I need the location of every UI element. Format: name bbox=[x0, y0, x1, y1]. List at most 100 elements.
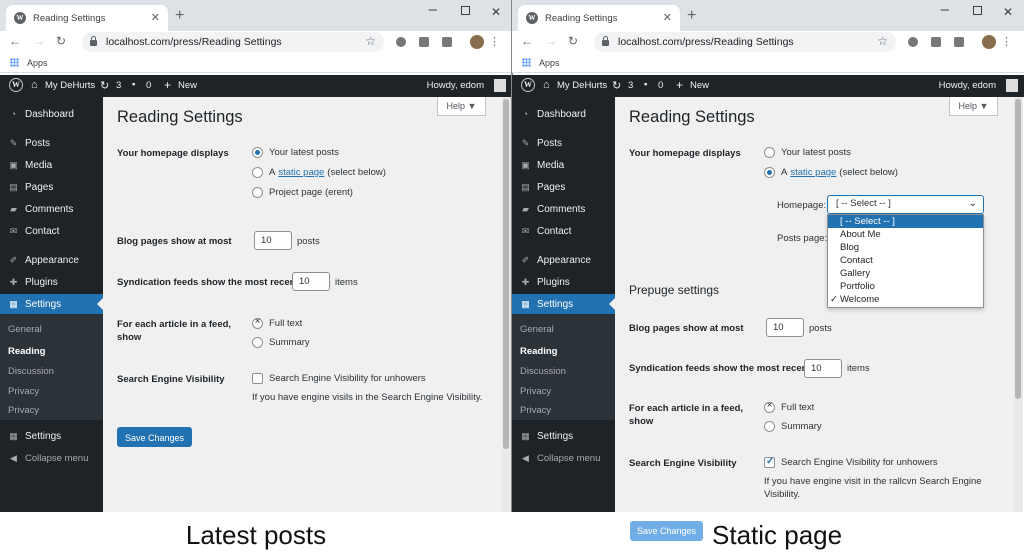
menu-pages[interactable]: ▤ Pages bbox=[0, 177, 103, 197]
user-avatar[interactable] bbox=[1006, 79, 1018, 92]
menu-contact[interactable]: ✉ Contact bbox=[0, 221, 103, 241]
menu-contact[interactable]: ✉ Contact bbox=[512, 221, 615, 241]
updates-icon[interactable]: ↻ bbox=[100, 79, 109, 92]
extension-icon[interactable] bbox=[396, 37, 406, 47]
bookmark-apps[interactable]: Apps bbox=[27, 58, 48, 68]
submenu-general[interactable]: General bbox=[8, 324, 42, 335]
radio-full-text[interactable]: Full text bbox=[764, 400, 814, 413]
radio-static-page[interactable]: Astatic page (select below) bbox=[764, 167, 898, 178]
submenu-privacy[interactable]: Privacy bbox=[520, 386, 551, 397]
search-visibility-checkbox-row[interactable]: Search Engine Visibility for unhowers bbox=[764, 456, 938, 468]
menu-media[interactable]: ▣ Media bbox=[512, 155, 615, 175]
extension-icon[interactable] bbox=[908, 37, 918, 47]
dropdown-option-selected[interactable]: ✓ Welcome bbox=[828, 293, 983, 306]
syndication-count-input[interactable]: 10 bbox=[804, 359, 842, 378]
static-page-link[interactable]: static page bbox=[278, 167, 324, 178]
back-icon[interactable]: ← bbox=[9, 34, 21, 48]
menu-settings[interactable]: ▦ Settings bbox=[0, 294, 103, 314]
home-icon[interactable]: ⌂ bbox=[31, 79, 38, 91]
extension-icon[interactable] bbox=[954, 37, 964, 47]
help-tab-button[interactable]: Help ▼ bbox=[949, 97, 998, 116]
dropdown-option[interactable]: Gallery bbox=[828, 267, 983, 280]
minimize-icon[interactable]: – bbox=[429, 1, 437, 18]
address-bar[interactable]: localhost.com/press/Reading Settings ☆ bbox=[594, 32, 896, 52]
menu-plugins[interactable]: ✚ Plugins bbox=[512, 272, 615, 292]
submenu-reading[interactable]: Reading bbox=[8, 346, 45, 357]
menu-comments[interactable]: ▰ Comments bbox=[512, 199, 615, 219]
home-icon[interactable]: ⌂ bbox=[543, 79, 550, 91]
radio-button[interactable] bbox=[764, 147, 775, 158]
maximize-icon[interactable] bbox=[461, 6, 470, 15]
dropdown-option[interactable]: Contact bbox=[828, 254, 983, 267]
syndication-count-input[interactable]: 10 bbox=[292, 272, 330, 291]
comments-icon[interactable]: ▪ bbox=[644, 79, 647, 90]
menu-dashboard[interactable]: ◔ Dashboard bbox=[0, 104, 103, 124]
menu-media[interactable]: ▣ Media bbox=[0, 155, 103, 175]
search-visibility-checkbox[interactable] bbox=[252, 373, 263, 384]
reload-icon[interactable]: ↻ bbox=[56, 34, 66, 48]
extension-icon[interactable] bbox=[442, 37, 452, 47]
radio-project-page[interactable]: Project page (erent) bbox=[252, 187, 353, 198]
extension-icon[interactable] bbox=[419, 37, 429, 47]
scroll-thumb[interactable] bbox=[1015, 99, 1021, 399]
browser-menu-icon[interactable]: ⋮ bbox=[489, 35, 500, 48]
menu-appearance[interactable]: ✐ Appearance bbox=[0, 250, 103, 270]
site-name[interactable]: My DeHurts bbox=[557, 80, 607, 91]
menu-plugins[interactable]: ✚ Plugins bbox=[0, 272, 103, 292]
radio-button[interactable] bbox=[252, 337, 263, 348]
radio-latest-posts[interactable]: Your latest posts bbox=[252, 147, 339, 158]
site-name[interactable]: My DeHurts bbox=[45, 80, 95, 91]
wordpress-logo-icon[interactable]: W bbox=[9, 78, 23, 92]
plus-icon[interactable]: + bbox=[164, 78, 171, 92]
submenu-discussion[interactable]: Discussion bbox=[8, 366, 54, 377]
menu-settings-secondary[interactable]: ▦ Settings bbox=[0, 426, 103, 446]
extension-icon[interactable] bbox=[931, 37, 941, 47]
menu-posts[interactable]: ✎ Posts bbox=[512, 133, 615, 153]
submenu-general[interactable]: General bbox=[520, 324, 554, 335]
menu-comments[interactable]: ▰ Comments bbox=[0, 199, 103, 219]
minimize-icon[interactable]: – bbox=[941, 1, 949, 18]
radio-static-page[interactable]: Astatic page (select below) bbox=[252, 167, 386, 178]
menu-settings[interactable]: ▦ Settings bbox=[512, 294, 615, 314]
close-window-icon[interactable]: ✕ bbox=[1003, 5, 1013, 19]
scrollbar[interactable] bbox=[1014, 97, 1023, 512]
close-tab-icon[interactable]: ✕ bbox=[663, 11, 672, 24]
radio-button[interactable] bbox=[252, 147, 263, 158]
bookmark-apps[interactable]: Apps bbox=[539, 58, 560, 68]
dropdown-option[interactable]: Portfolio bbox=[828, 280, 983, 293]
browser-menu-icon[interactable]: ⋮ bbox=[1001, 35, 1012, 48]
new-content-link[interactable]: New bbox=[690, 80, 709, 91]
radio-full-text[interactable]: Full text bbox=[252, 316, 302, 329]
new-content-link[interactable]: New bbox=[178, 80, 197, 91]
submenu-privacy[interactable]: Privacy bbox=[520, 405, 551, 416]
submenu-privacy[interactable]: Privacy bbox=[8, 386, 39, 397]
browser-tab[interactable]: W Reading Settings ✕ bbox=[6, 5, 168, 31]
forward-icon[interactable]: → bbox=[33, 34, 45, 48]
profile-avatar[interactable] bbox=[982, 35, 996, 49]
updates-icon[interactable]: ↻ bbox=[612, 79, 621, 92]
radio-button[interactable] bbox=[252, 167, 263, 178]
radio-button[interactable] bbox=[764, 400, 775, 413]
radio-summary[interactable]: Summary bbox=[764, 421, 822, 432]
radio-button[interactable] bbox=[252, 187, 263, 198]
submenu-privacy[interactable]: Privacy bbox=[8, 405, 39, 416]
search-visibility-checkbox[interactable] bbox=[764, 456, 775, 468]
scroll-thumb[interactable] bbox=[503, 99, 509, 449]
new-tab-icon[interactable]: + bbox=[175, 7, 184, 25]
maximize-icon[interactable] bbox=[973, 6, 982, 15]
menu-settings-secondary[interactable]: ▦ Settings bbox=[512, 426, 615, 446]
static-page-link[interactable]: static page bbox=[790, 167, 836, 178]
posts-per-page-input[interactable]: 10 bbox=[766, 318, 804, 337]
radio-button[interactable] bbox=[764, 167, 775, 178]
radio-button[interactable] bbox=[764, 421, 775, 432]
scrollbar[interactable] bbox=[502, 97, 511, 512]
submenu-discussion[interactable]: Discussion bbox=[520, 366, 566, 377]
posts-per-page-input[interactable]: 10 bbox=[254, 231, 292, 250]
howdy-user[interactable]: Howdy, edom bbox=[427, 80, 484, 91]
submenu-reading[interactable]: Reading bbox=[520, 346, 557, 357]
menu-dashboard[interactable]: ◔ Dashboard bbox=[512, 104, 615, 124]
close-window-icon[interactable]: ✕ bbox=[491, 5, 501, 19]
profile-avatar[interactable] bbox=[470, 35, 484, 49]
wordpress-logo-icon[interactable]: W bbox=[521, 78, 535, 92]
collapse-menu[interactable]: ◀ Collapse menu bbox=[0, 448, 103, 468]
